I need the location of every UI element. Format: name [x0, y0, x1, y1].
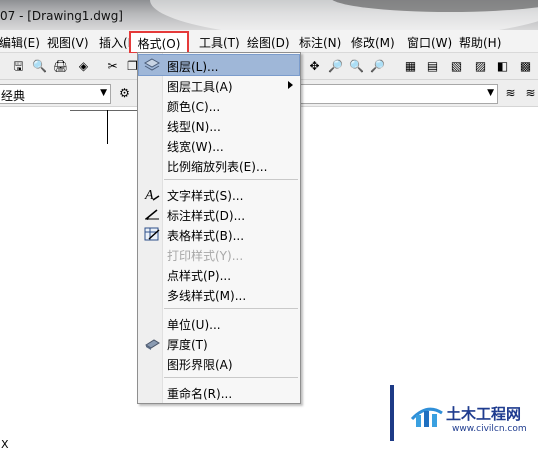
pan-icon[interactable]: ✥: [306, 57, 323, 74]
properties-icon[interactable]: ▦: [402, 57, 419, 74]
thickness-icon: [144, 335, 160, 351]
menu-item-label: 表格样式(B)...: [167, 229, 245, 243]
tool-palettes-icon[interactable]: ▧: [448, 57, 465, 74]
menu-item-label: 多线样式(M)...: [167, 289, 247, 303]
zoom-previous-icon[interactable]: 🔎: [369, 57, 386, 74]
menu-item-drawing-limits[interactable]: 图形界限(A): [139, 353, 299, 373]
menu-item-label: 图层工具(A): [167, 80, 233, 94]
menu-item-label: 单位(U)...: [167, 318, 221, 332]
sheet-set-icon[interactable]: ▨: [472, 57, 489, 74]
chevron-down-icon: ▼: [100, 88, 107, 98]
menu-item-label: 线型(N)...: [167, 120, 221, 134]
title-bar: 07 - [Drawing1.dwg]: [0, 0, 538, 30]
menu-item-linetype[interactable]: 线型(N)...: [139, 115, 299, 135]
menu-item-label: 打印样式(Y)...: [167, 249, 244, 263]
watermark-bar: [390, 385, 394, 441]
menu-tools[interactable]: 工具(T): [199, 34, 240, 51]
menu-item-plot-style: 打印样式(Y)...: [139, 244, 299, 264]
layers-icon: [144, 57, 160, 73]
menu-separator: [164, 179, 298, 180]
menu-item-layer[interactable]: 图层(L)...: [138, 54, 300, 76]
menu-item-label: 点样式(P)...: [167, 269, 232, 283]
menu-item-lineweight[interactable]: 线宽(W)...: [139, 135, 299, 155]
menu-item-label: 重命名(R)...: [167, 387, 233, 401]
make-current-layer-icon[interactable]: ≋: [522, 84, 538, 101]
menu-item-text-style[interactable]: A 文字样式(S)...: [139, 184, 299, 204]
submenu-arrow-icon: [288, 81, 293, 89]
menu-item-label: 线宽(W)...: [167, 140, 224, 154]
menu-format[interactable]: 格式(O): [129, 31, 189, 54]
format-menu: 图层(L)... 图层工具(A) 颜色(C)... 线型(N)... 线宽(W)…: [137, 52, 301, 404]
menu-item-scale-list[interactable]: 比例缩放列表(E)...: [139, 155, 299, 175]
markup-icon[interactable]: ◧: [494, 57, 511, 74]
chevron-down-icon: ▼: [487, 88, 494, 98]
menu-item-label: 图层(L)...: [167, 60, 219, 74]
menu-modify[interactable]: 修改(M): [351, 34, 395, 51]
layer-manager-icon[interactable]: ≋: [502, 84, 519, 101]
menu-bar: 编辑(E) 视图(V) 插入(I) 格式(O) 工具(T) 绘图(D) 标注(N…: [0, 30, 538, 54]
window-title: 07 - [Drawing1.dwg]: [0, 9, 123, 23]
menu-item-multiline-style[interactable]: 多线样式(M)...: [139, 284, 299, 304]
menu-item-layer-tools[interactable]: 图层工具(A): [139, 75, 299, 95]
table-style-icon: [144, 226, 160, 242]
menu-item-dimension-style[interactable]: 标注样式(D)...: [139, 204, 299, 224]
workspace-combo[interactable]: 经典 ▼: [0, 84, 111, 104]
watermark-logo-icon: [410, 407, 443, 427]
menu-separator: [164, 377, 298, 378]
menu-view[interactable]: 视图(V): [47, 34, 89, 51]
menu-edit[interactable]: 编辑(E): [0, 34, 40, 51]
save-icon[interactable]: 🖫: [10, 57, 27, 74]
design-center-icon[interactable]: ▤: [424, 57, 441, 74]
zoom-window-icon[interactable]: 🔍: [348, 57, 365, 74]
workspace-settings-icon[interactable]: ⚙: [116, 84, 133, 101]
cut-icon[interactable]: ✂: [104, 57, 121, 74]
text-style-icon: A: [144, 186, 160, 202]
menu-item-label: 图形界限(A): [167, 358, 233, 372]
menu-item-units[interactable]: 单位(U)...: [139, 313, 299, 333]
menu-draw[interactable]: 绘图(D): [247, 34, 290, 51]
ucs-x-axis-label: X: [1, 438, 9, 451]
svg-text:A: A: [144, 188, 154, 202]
layer-combo[interactable]: ▼: [296, 84, 498, 104]
menu-separator: [164, 308, 298, 309]
menu-item-label: 颜色(C)...: [167, 100, 221, 114]
menu-item-point-style[interactable]: 点样式(P)...: [139, 264, 299, 284]
menu-item-label: 文字样式(S)...: [167, 189, 244, 203]
zoom-realtime-icon[interactable]: 🔎: [327, 57, 344, 74]
menu-window[interactable]: 窗口(W): [407, 34, 452, 51]
menu-dimension[interactable]: 标注(N): [299, 34, 341, 51]
menu-item-label: 标注样式(D)...: [167, 209, 246, 223]
menu-item-table-style[interactable]: 表格样式(B)...: [139, 224, 299, 244]
plot-icon[interactable]: 🖨: [52, 57, 69, 74]
print-preview-icon[interactable]: 🔍: [31, 57, 48, 74]
menu-item-thickness[interactable]: 厚度(T): [139, 333, 299, 353]
watermark-name: 土木工程网: [446, 405, 522, 423]
publish-icon[interactable]: ◈: [75, 57, 92, 74]
menu-item-label: 厚度(T): [167, 338, 208, 352]
menu-item-label: 比例缩放列表(E)...: [167, 160, 268, 174]
crosshair-vertical: [107, 110, 108, 144]
menu-help[interactable]: 帮助(H): [459, 34, 501, 51]
workspace-value: 经典: [1, 89, 26, 103]
menu-item-color[interactable]: 颜色(C)...: [139, 95, 299, 115]
calculator-icon[interactable]: ▩: [517, 57, 534, 74]
menu-item-rename[interactable]: 重命名(R)...: [139, 382, 299, 402]
watermark-url: www.civilcn.com: [452, 424, 527, 434]
dimension-style-icon: [144, 206, 160, 222]
